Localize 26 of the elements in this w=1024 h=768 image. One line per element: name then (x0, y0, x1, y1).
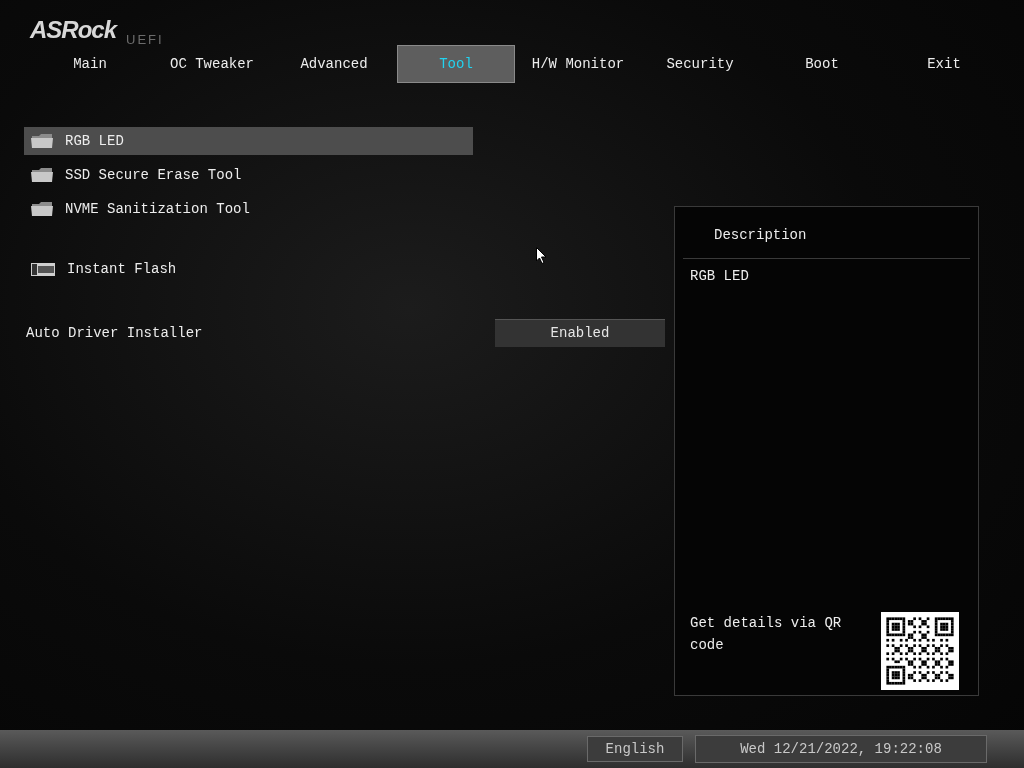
nav-tab[interactable]: OC Tweaker (153, 45, 271, 83)
menu-item[interactable]: SSD Secure Erase Tool (24, 161, 473, 189)
nav-tab[interactable]: Tool (397, 45, 515, 83)
nav-tab[interactable]: Advanced (275, 45, 393, 83)
nav-tab[interactable]: Exit (885, 45, 1003, 83)
qr-hint-text: Get details via QR code (690, 614, 843, 655)
logo-subtitle: UEFI (126, 33, 164, 46)
folder-icon (31, 134, 53, 148)
menu-item[interactable]: NVME Sanitization Tool (24, 195, 473, 223)
description-text: RGB LED (689, 267, 750, 286)
nav-tab[interactable]: Main (31, 45, 149, 83)
folder-icon (31, 168, 53, 182)
brand-logo: ASRock (30, 18, 117, 42)
nav-tab[interactable]: H/W Monitor (519, 45, 637, 83)
bios-chip-icon (31, 262, 55, 276)
nav-tab[interactable]: Boot (763, 45, 881, 83)
description-title: Description (683, 207, 970, 259)
menu-item[interactable]: RGB LED (24, 127, 473, 155)
nav-tab[interactable]: Security (641, 45, 759, 83)
mouse-cursor-icon (536, 247, 547, 264)
language-selector[interactable]: English (587, 736, 683, 762)
setting-value-button[interactable]: Enabled (495, 319, 665, 347)
menu-item[interactable]: Instant Flash (24, 255, 473, 283)
date-time: Wed 12/21/2022, 19:22:08 (695, 735, 987, 763)
folder-icon (31, 202, 53, 216)
setting-label: Auto Driver Installer (25, 326, 204, 340)
